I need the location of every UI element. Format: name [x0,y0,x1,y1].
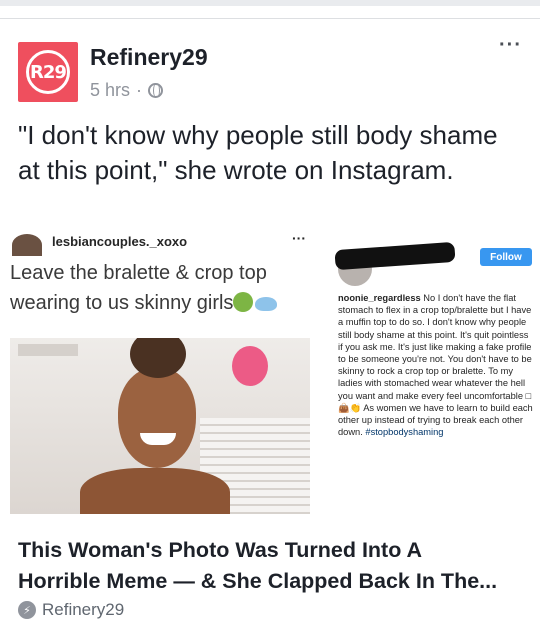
photo-balloon [232,346,268,386]
lightning-bolt-icon: ⚡ [18,601,36,619]
meme-caption-text: Leave the bralette & crop top wearing to… [10,262,267,314]
link-title[interactable]: This Woman's Photo Was Turned Into A Hor… [18,535,528,597]
link-source: ⚡ Refinery29 [18,600,124,620]
follow-button: Follow [480,248,532,266]
photo-person-shoulders [80,468,230,514]
globe-icon [148,83,164,98]
post-meta: 5 hrs · [90,80,164,101]
link-title-line-2: Horrible Meme — & She Clapped Back In Th… [18,569,498,593]
page-name-link[interactable]: Refinery29 [90,44,208,71]
meme-panel: lesbiancouples._xoxo ··· Leave the brale… [10,228,315,514]
whale-icon [255,297,278,311]
post-timestamp[interactable]: 5 hrs [90,80,130,101]
reply-text: noonie_regardless No I don't have the fl… [338,292,534,438]
nauseated-face-icon [233,292,254,312]
redaction-scribble [334,241,456,271]
photo-person-face [118,368,196,468]
reply-username: noonie_regardless [338,293,421,303]
meme-caption: Leave the bralette & crop top wearing to… [10,258,315,318]
refinery29-logo-icon: R29 [26,50,70,94]
meme-more-icon: ··· [292,230,306,246]
feed-divider [0,18,540,19]
reply-panel: Follow noonie_regardless No I don't have… [330,228,535,514]
post-options-button[interactable]: ··· [499,34,522,57]
meme-photo [10,338,310,514]
meme-avatar [12,234,42,256]
meta-separator: · [136,80,143,100]
post-status-text: "I don't know why people still body sham… [18,120,498,185]
feed-top-band [0,0,540,6]
reply-body: No I don't have the flat stomach to flex… [338,293,533,438]
link-source-name: Refinery29 [42,600,125,619]
post-image[interactable]: lesbiancouples._xoxo ··· Leave the brale… [0,228,540,514]
reply-hashtag: #stopbodyshaming [365,427,444,438]
link-title-line-1: This Woman's Photo Was Turned Into A [18,538,423,562]
meme-username: lesbiancouples._xoxo [52,234,188,249]
photo-wall-unit [18,344,78,356]
page-logo[interactable]: R29 [18,42,78,102]
